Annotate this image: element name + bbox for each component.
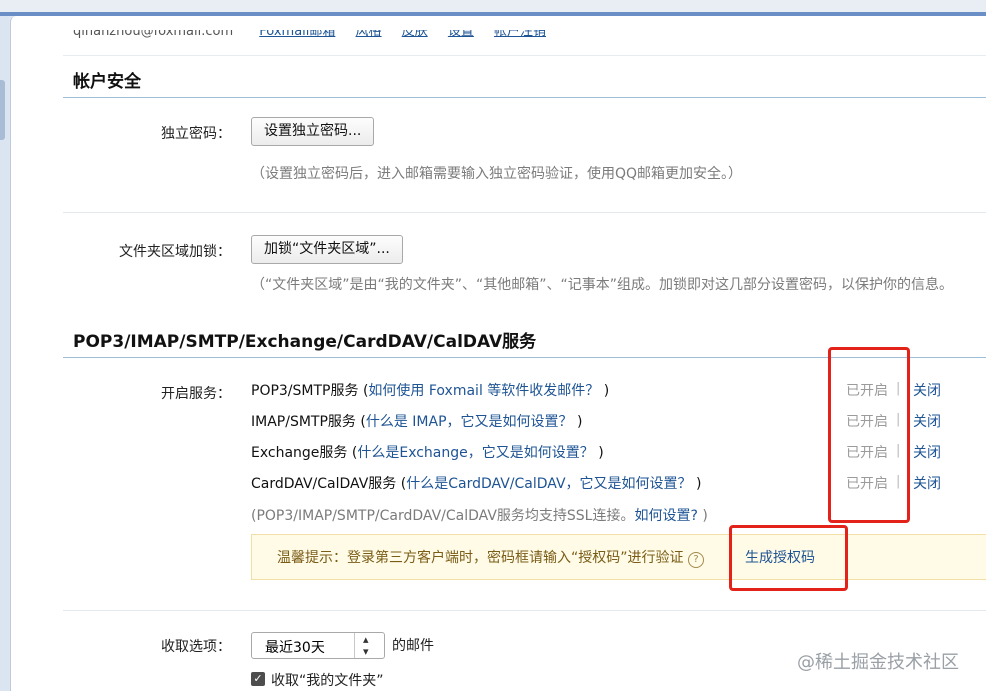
question-icon[interactable]: ? bbox=[687, 552, 704, 568]
service-name: Exchange服务 bbox=[251, 445, 348, 461]
top-link-settings[interactable]: 设置 bbox=[448, 30, 474, 39]
folder-lock-hint: （“文件夹区域”是由“我的文件夹”、“其他邮箱”、“记事本”组成。加锁即对这几部… bbox=[251, 277, 954, 293]
receive-period-select[interactable]: 最近30天 ▴ ▾ bbox=[251, 632, 385, 659]
close-imap-link[interactable]: 关闭 bbox=[913, 411, 941, 431]
select-value: 最近30天 bbox=[265, 640, 325, 656]
select-arrows-icon: ▴ ▾ bbox=[363, 633, 369, 658]
divider bbox=[63, 212, 986, 213]
top-link-style[interactable]: 风格 bbox=[356, 30, 382, 39]
service-help-link[interactable]: 什么是 IMAP，它又是如何设置？ bbox=[366, 414, 573, 430]
account-info-row: qinanzhou@foxmail.com Foxmail邮箱 风格 皮肤 设置… bbox=[73, 30, 546, 42]
service-help-link[interactable]: 如何使用 Foxmail 等软件收发邮件？ bbox=[368, 383, 599, 399]
watermark: @稀土掘金技术社区 bbox=[797, 652, 959, 673]
paren: ) bbox=[599, 383, 610, 399]
paren: ) bbox=[572, 414, 583, 430]
ssl-note: (POP3/IMAP/SMTP/CardDAV/CalDAV服务均支持SSL连接… bbox=[251, 505, 708, 525]
divider bbox=[63, 55, 986, 56]
divider bbox=[63, 610, 986, 611]
browser-top-strip bbox=[0, 0, 986, 12]
lock-folder-area-button[interactable]: 加锁“文件夹区域”... bbox=[251, 235, 403, 264]
auth-code-highlight-box bbox=[729, 525, 848, 591]
receive-my-folders-label: 收取“我的文件夹” bbox=[271, 673, 384, 689]
service-row-carddav: CardDAV/CalDAV服务 (什么是CardDAV/CalDAV，它又是如… bbox=[251, 473, 701, 493]
section-title-account-security: 帐户安全 bbox=[73, 72, 141, 92]
paren: ( bbox=[396, 476, 407, 492]
section-title-services: POP3/IMAP/SMTP/Exchange/CardDAV/CalDAV服务 bbox=[73, 332, 537, 352]
service-row-exchange: Exchange服务 (什么是Exchange，它又是如何设置？ ) bbox=[251, 442, 604, 462]
receive-suffix: 的邮件 bbox=[392, 638, 434, 654]
settings-panel: qinanzhou@foxmail.com Foxmail邮箱 风格 皮肤 设置… bbox=[10, 16, 986, 691]
independent-password-hint: （设置独立密码后，进入邮箱需要输入独立密码验证，使用QQ邮箱更加安全。） bbox=[251, 166, 743, 182]
paren: ( bbox=[347, 445, 358, 461]
service-name: CardDAV/CalDAV服务 bbox=[251, 476, 397, 492]
ssl-help-link[interactable]: 如何设置? bbox=[634, 508, 697, 524]
tip-message: 温馨提示：登录第三方客户端时，密码框请输入“授权码”进行验证 bbox=[277, 550, 684, 566]
service-row-pop3: POP3/SMTP服务 (如何使用 Foxmail 等软件收发邮件？ ) bbox=[251, 380, 609, 400]
service-name: POP3/SMTP服务 bbox=[251, 383, 359, 399]
sidebar-scroll-handle[interactable] bbox=[0, 80, 5, 140]
section-divider bbox=[63, 97, 986, 98]
service-row-imap: IMAP/SMTP服务 (什么是 IMAP，它又是如何设置？ ) bbox=[251, 411, 582, 431]
service-name: IMAP/SMTP服务 bbox=[251, 414, 356, 430]
account-email: qinanzhou@foxmail.com bbox=[73, 30, 234, 39]
paren: ( bbox=[358, 383, 369, 399]
close-pop3-link[interactable]: 关闭 bbox=[913, 380, 941, 400]
close-carddav-link[interactable]: 关闭 bbox=[913, 473, 941, 493]
paren: ) bbox=[691, 476, 702, 492]
top-link-logout[interactable]: 帐户注销 bbox=[494, 30, 546, 39]
independent-password-label: 独立密码： bbox=[161, 126, 231, 142]
service-help-link[interactable]: 什么是CardDAV/CalDAV，它又是如何设置？ bbox=[406, 476, 691, 492]
set-independent-password-button[interactable]: 设置独立密码... bbox=[251, 117, 375, 146]
enable-services-label: 开启服务： bbox=[161, 386, 231, 402]
folder-lock-label: 文件夹区域加锁： bbox=[119, 244, 231, 260]
select-divider bbox=[354, 633, 355, 658]
receive-my-folders-checkbox[interactable]: ✓ bbox=[251, 672, 265, 686]
close-exchange-link[interactable]: 关闭 bbox=[913, 442, 941, 462]
paren: ) bbox=[593, 445, 604, 461]
receive-options-label: 收取选项： bbox=[161, 639, 231, 655]
paren: ( bbox=[355, 414, 366, 430]
top-link-skin[interactable]: 皮肤 bbox=[402, 30, 428, 39]
top-link-foxmail[interactable]: Foxmail邮箱 bbox=[259, 30, 335, 39]
status-highlight-box bbox=[828, 347, 910, 523]
service-help-link[interactable]: 什么是Exchange，它又是如何设置？ bbox=[357, 445, 593, 461]
auth-code-tip-text: 温馨提示：登录第三方客户端时，密码框请输入“授权码”进行验证 ? bbox=[277, 547, 704, 568]
ssl-note-text: (POP3/IMAP/SMTP/CardDAV/CalDAV服务均支持SSL连接… bbox=[251, 508, 635, 524]
paren: ) bbox=[697, 508, 708, 524]
